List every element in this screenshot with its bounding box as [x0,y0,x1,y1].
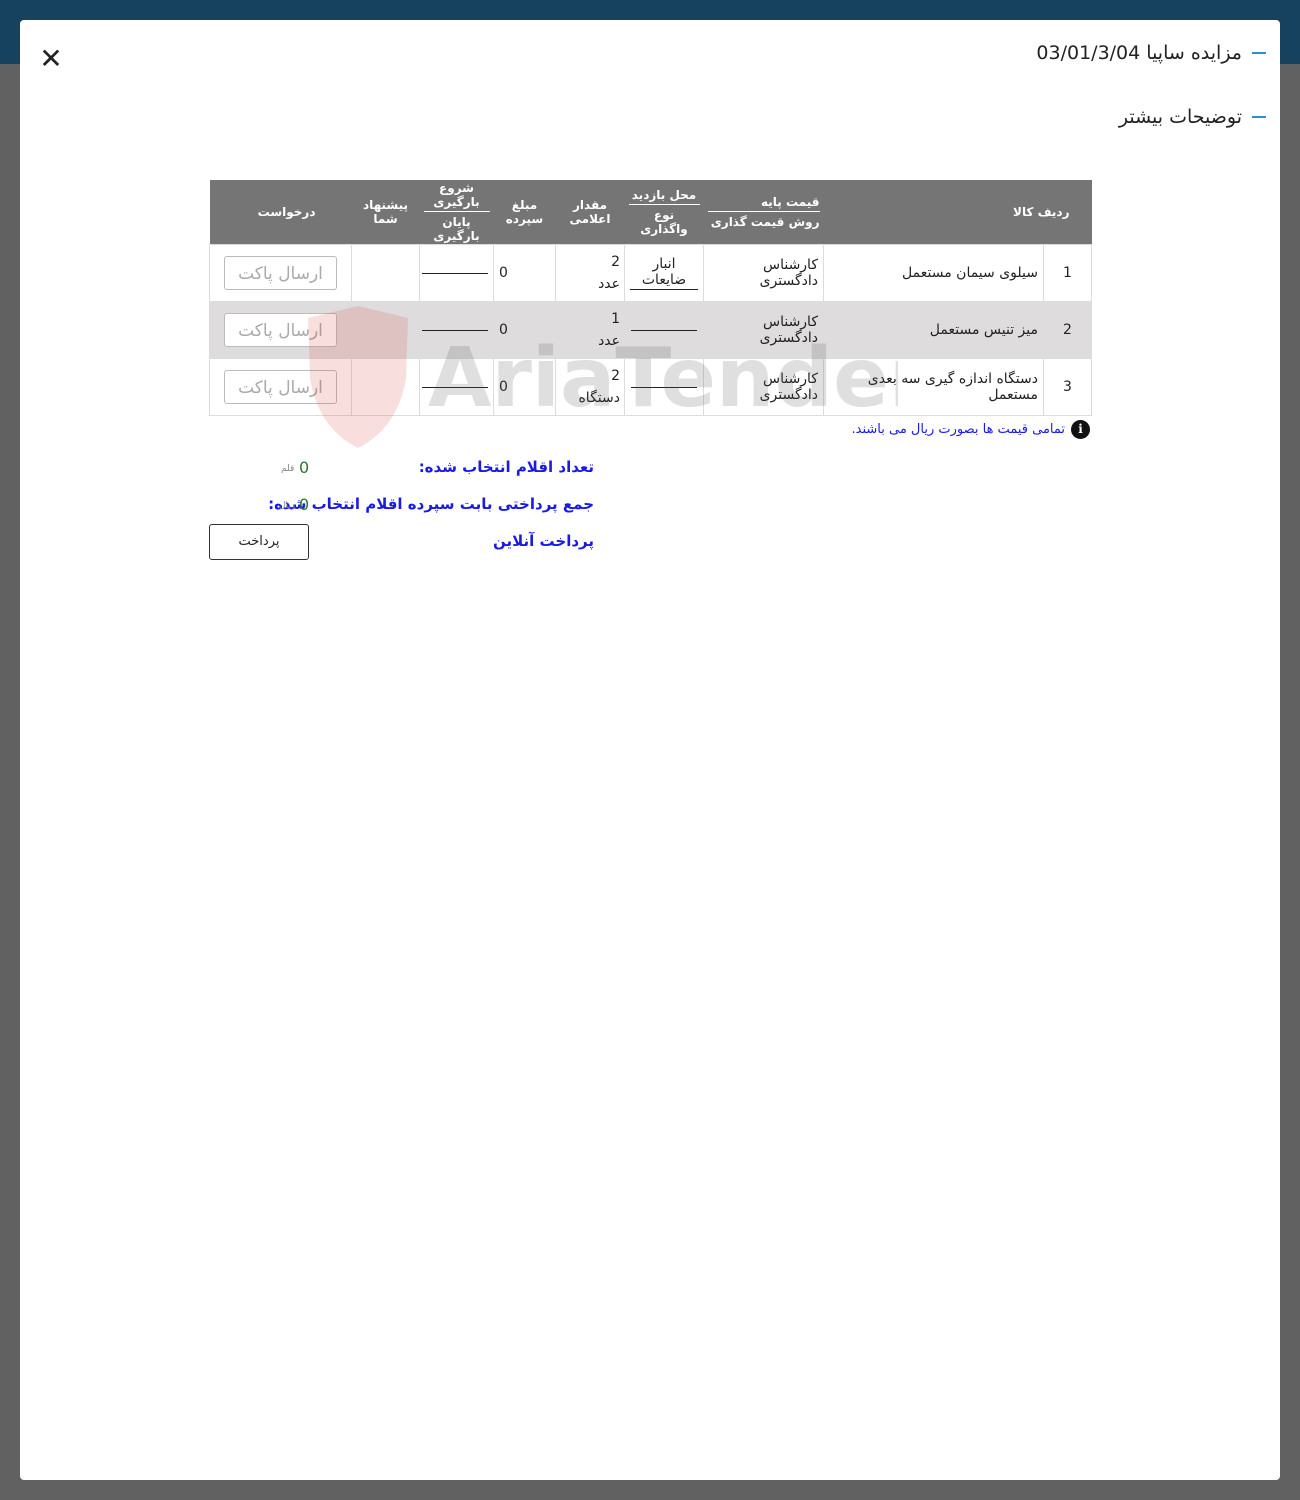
header-load-start: شروع بارگیری [423,181,490,212]
visit-location: انبار ضایعات [624,244,704,302]
qty-value: 2 [611,368,620,384]
empty-dash [422,386,488,388]
title-dash-icon [1252,52,1266,54]
your-offer-cell [351,244,420,302]
items-table: ردیف کالا قیمت پایه روش قیمت گذاری محل ب… [209,180,1092,416]
header-declared-qty: مقدار اعلامی [555,180,625,245]
info-icon: i [1071,420,1090,439]
your-offer-cell [351,301,420,359]
empty-dash [422,329,488,331]
empty-dash [631,329,697,331]
modal-title-text: مزایده ساپیا 03/01/3/04 [1036,42,1242,64]
header-your-offer: پیشنهاد شما [351,180,420,245]
header-assignment-type: نوع واگذاری [640,208,688,236]
selected-count-value: 0 [299,458,310,477]
request-cell: ارسال پاکت [209,301,352,359]
header-price: قیمت پایه روش قیمت گذاری [703,180,824,245]
pay-button[interactable]: پرداخت [209,524,309,560]
auction-modal: ✕ مزایده ساپیا 03/01/3/04 توضیحات بیشتر … [20,20,1280,1480]
close-icon[interactable]: ✕ [38,45,64,73]
header-location: محل بازدید نوع واگذاری [624,180,704,245]
row-number: 2 [1043,301,1092,359]
qty-unit: دستگاه [578,390,620,406]
header-visit-location: محل بازدید [628,188,700,205]
send-envelope-button[interactable]: ارسال پاکت [224,313,337,347]
header-pricing-method: روش قیمت گذاری [710,215,820,229]
loading-dates [419,301,494,359]
declared-qty: 1 عدد [555,301,625,359]
loading-dates [419,244,494,302]
selected-count-unit: قلم [281,464,295,474]
more-details-text: توضیحات بیشتر [1118,106,1242,128]
loading-dates [419,358,494,416]
details-dash-icon [1252,116,1266,118]
more-details-toggle[interactable]: توضیحات بیشتر [1119,106,1266,128]
header-loading: شروع بارگیری پایان بارگیری [419,180,494,245]
send-envelope-button[interactable]: ارسال پاکت [224,256,337,290]
item-name: سیلوی سیمان مستعمل [823,244,1044,302]
header-base-price: قیمت پایه [707,195,820,212]
declared-qty: 2 عدد [555,244,625,302]
pricing-method: کارشناس دادگستری [703,301,824,359]
total-deposit-value: 0 [299,495,310,514]
send-envelope-button[interactable]: ارسال پاکت [224,370,337,404]
header-row-item: ردیف کالا [823,180,1092,245]
visit-location [624,301,704,359]
currency-note-text: تمامی قیمت ها بصورت ریال می باشند. [851,422,1066,437]
qty-unit: عدد [598,333,620,349]
table-row: 1 سیلوی سیمان مستعمل کارشناس دادگستری ان… [209,244,1092,302]
selected-count-label: تعداد اقلام انتخاب شده: [418,458,594,476]
qty-value: 1 [611,311,620,327]
online-payment-label: پرداخت آنلاین [492,532,594,550]
item-name: میز تنیس مستعمل [823,301,1044,359]
header-load-end: پایان بارگیری [433,215,480,243]
deposit-amount: 0 [493,301,556,359]
pricing-method: کارشناس دادگستری [703,244,824,302]
header-deposit: مبلغ سپرده [493,180,556,245]
header-request: درخواست [209,180,352,245]
row-number: 3 [1043,358,1092,416]
total-deposit-unit: ریال [279,501,296,511]
currency-note: i تمامی قیمت ها بصورت ریال می باشند. [851,420,1090,439]
pricing-method: کارشناس دادگستری [703,358,824,416]
table-row: 2 میز تنیس مستعمل کارشناس دادگستری 1 عدد … [209,301,1092,359]
qty-value: 2 [611,254,620,270]
modal-title: مزایده ساپیا 03/01/3/04 [1036,42,1266,64]
row-number: 1 [1043,244,1092,302]
deposit-amount: 0 [493,358,556,416]
total-deposit-label: جمع پرداختی بابت سپرده اقلام انتخاب شده: [268,495,594,513]
your-offer-cell [351,358,420,416]
deposit-amount: 0 [493,244,556,302]
item-name: دستگاه اندازه گیری سه بعدی مستعمل [823,358,1044,416]
qty-unit: عدد [598,276,620,292]
table-row: 3 دستگاه اندازه گیری سه بعدی مستعمل کارش… [209,358,1092,416]
visit-location-text: انبار ضایعات [630,256,698,290]
empty-dash [631,386,697,388]
table-header-row: ردیف کالا قیمت پایه روش قیمت گذاری محل ب… [209,180,1092,245]
empty-dash [422,272,488,274]
declared-qty: 2 دستگاه [555,358,625,416]
visit-location [624,358,704,416]
request-cell: ارسال پاکت [209,244,352,302]
request-cell: ارسال پاکت [209,358,352,416]
